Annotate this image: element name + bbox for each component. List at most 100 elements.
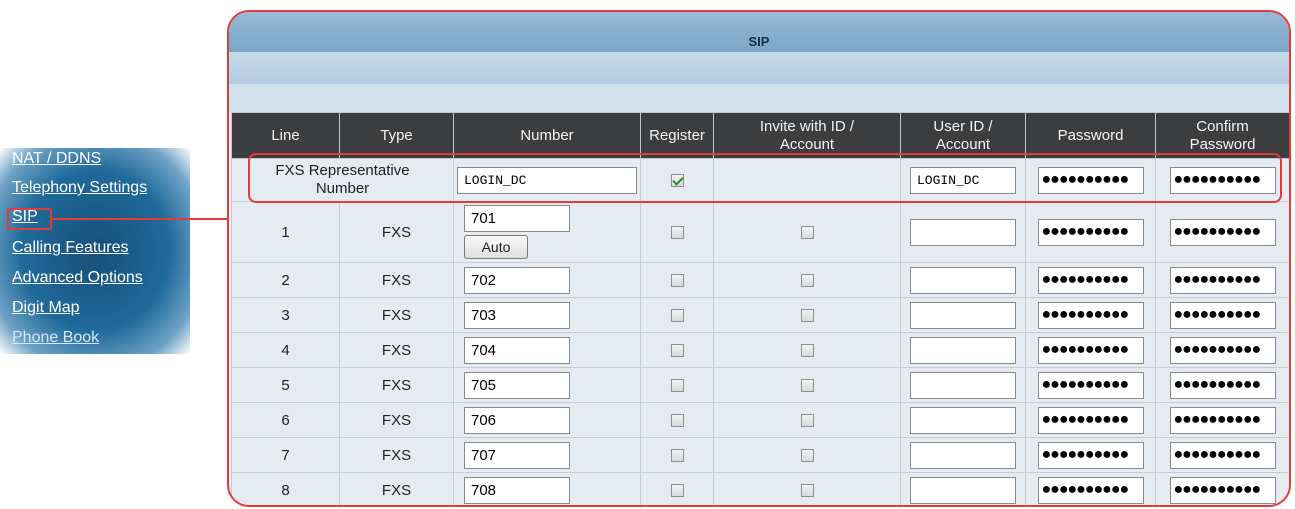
line-cell: 5	[231, 367, 340, 403]
table-row: 7 FXS	[231, 437, 1289, 473]
line-cell: 4	[231, 332, 340, 368]
representative-confirm-password-input[interactable]	[1169, 166, 1276, 194]
invite-checkbox[interactable]	[800, 484, 814, 498]
representative-user-id-input[interactable]	[910, 166, 1016, 194]
user-id-input[interactable]	[910, 371, 1016, 399]
line-cell: 8	[231, 472, 340, 505]
confirm-password-input[interactable]	[1169, 476, 1276, 504]
password-input[interactable]	[1037, 476, 1144, 504]
password-input[interactable]	[1037, 266, 1144, 294]
password-input[interactable]	[1037, 218, 1144, 246]
col-header-register: Register	[640, 112, 714, 159]
invite-checkbox[interactable]	[800, 449, 814, 463]
sidebar-item-calling-features[interactable]: Calling Features	[12, 239, 129, 257]
confirm-password-input[interactable]	[1169, 371, 1276, 399]
representative-label: FXS Representative Number	[231, 158, 454, 202]
type-cell: FXS	[339, 262, 454, 298]
panel-header: SIP	[229, 12, 1289, 52]
type-cell: FXS	[339, 437, 454, 473]
confirm-password-input[interactable]	[1169, 301, 1276, 329]
invite-checkbox[interactable]	[800, 379, 814, 393]
type-cell: FXS	[339, 332, 454, 368]
type-cell: FXS	[339, 367, 454, 403]
password-input[interactable]	[1037, 336, 1144, 364]
highlight-connector-line	[52, 218, 230, 220]
table-row: 3 FXS	[231, 297, 1289, 333]
col-header-confirm-password: Confirm Password	[1155, 112, 1289, 159]
invite-checkbox[interactable]	[800, 414, 814, 428]
number-input[interactable]	[464, 205, 570, 232]
invite-checkbox[interactable]	[800, 309, 814, 323]
line-cell: 6	[231, 402, 340, 438]
representative-invite-empty	[713, 158, 901, 202]
type-cell: FXS	[339, 201, 454, 263]
invite-checkbox[interactable]	[800, 344, 814, 358]
col-header-line: Line	[231, 112, 340, 159]
representative-register-checkbox[interactable]	[670, 174, 684, 188]
auto-button[interactable]: Auto	[464, 235, 528, 259]
register-checkbox[interactable]	[670, 226, 684, 240]
col-header-number: Number	[453, 112, 641, 159]
user-id-input[interactable]	[910, 336, 1016, 364]
col-header-user-id: User ID / Account	[900, 112, 1026, 159]
invite-checkbox[interactable]	[800, 274, 814, 288]
confirm-password-input[interactable]	[1169, 406, 1276, 434]
line-cell: 7	[231, 437, 340, 473]
register-checkbox[interactable]	[670, 484, 684, 498]
sidebar-item-nat-ddns[interactable]: NAT / DDNS	[12, 150, 101, 168]
user-id-input[interactable]	[910, 301, 1016, 329]
number-input[interactable]	[464, 266, 570, 294]
user-id-input[interactable]	[910, 476, 1016, 504]
confirm-password-input[interactable]	[1169, 441, 1276, 469]
representative-number-input[interactable]	[457, 166, 637, 194]
table-header-row: Line Type Number Register Invite with ID…	[231, 112, 1289, 159]
type-cell: FXS	[339, 297, 454, 333]
number-input[interactable]	[464, 301, 570, 329]
table-row: 5 FXS	[231, 367, 1289, 403]
panel-spacer-band	[229, 84, 1289, 112]
line-cell: 2	[231, 262, 340, 298]
representative-row: FXS Representative Number	[231, 158, 1289, 202]
representative-password-input[interactable]	[1037, 166, 1144, 194]
register-checkbox[interactable]	[670, 274, 684, 288]
table-row: 2 FXS	[231, 262, 1289, 298]
password-input[interactable]	[1037, 406, 1144, 434]
password-input[interactable]	[1037, 371, 1144, 399]
sip-lines-table: Line Type Number Register Invite with ID…	[231, 112, 1289, 505]
confirm-password-input[interactable]	[1169, 266, 1276, 294]
sidebar-item-phone-book[interactable]: Phone Book	[12, 329, 99, 347]
confirm-password-input[interactable]	[1169, 218, 1276, 246]
number-input[interactable]	[464, 336, 570, 364]
type-cell: FXS	[339, 472, 454, 505]
number-input[interactable]	[464, 406, 570, 434]
table-row: 4 FXS	[231, 332, 1289, 368]
panel-subheader	[229, 52, 1289, 84]
register-checkbox[interactable]	[670, 344, 684, 358]
line-cell: 3	[231, 297, 340, 333]
register-checkbox[interactable]	[670, 449, 684, 463]
number-input[interactable]	[464, 371, 570, 399]
confirm-password-input[interactable]	[1169, 336, 1276, 364]
sidebar-item-advanced-options[interactable]: Advanced Options	[12, 269, 143, 287]
line-cell: 1	[231, 201, 340, 263]
sip-panel: SIP Line Type Number Register Invite wit…	[227, 10, 1291, 507]
register-checkbox[interactable]	[670, 309, 684, 323]
user-id-input[interactable]	[910, 441, 1016, 469]
password-input[interactable]	[1037, 441, 1144, 469]
user-id-input[interactable]	[910, 218, 1016, 246]
col-header-type: Type	[339, 112, 454, 159]
table-row: 1 FXS Auto	[231, 201, 1289, 263]
number-input[interactable]	[464, 441, 570, 469]
number-input[interactable]	[464, 476, 570, 504]
sip-highlight-box	[7, 208, 52, 230]
panel-title: SIP	[748, 34, 770, 49]
user-id-input[interactable]	[910, 266, 1016, 294]
register-checkbox[interactable]	[670, 379, 684, 393]
register-checkbox[interactable]	[670, 414, 684, 428]
sidebar-item-digit-map[interactable]: Digit Map	[12, 299, 80, 317]
col-header-password: Password	[1025, 112, 1156, 159]
sidebar-item-telephony-settings[interactable]: Telephony Settings	[12, 179, 147, 197]
password-input[interactable]	[1037, 301, 1144, 329]
invite-checkbox[interactable]	[800, 226, 814, 240]
user-id-input[interactable]	[910, 406, 1016, 434]
